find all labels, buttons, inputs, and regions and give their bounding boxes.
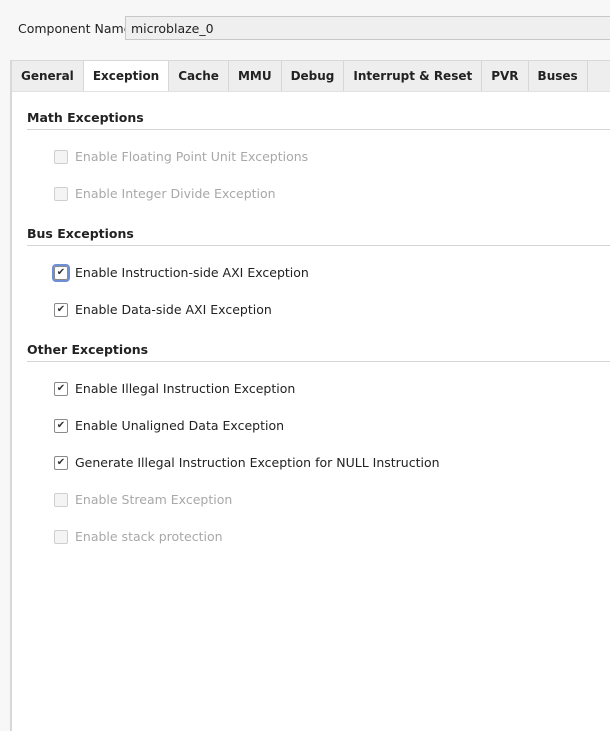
- checkbox-box: [54, 149, 68, 164]
- checkbox-enable-unaligned-data-exception[interactable]: ✔ Enable Unaligned Data Exception: [54, 418, 284, 433]
- checkbox-label: Enable Instruction-side AXI Exception: [75, 265, 309, 280]
- tab-bar: General Exception Cache MMU Debug Interr…: [12, 61, 610, 92]
- checkbox-generate-illegal-instruction-exception-for-null-instruction[interactable]: ✔ Generate Illegal Instruction Exception …: [54, 455, 440, 470]
- tab-mmu[interactable]: MMU: [229, 61, 282, 91]
- checkbox-enable-instruction-side-axi-exception[interactable]: ✔ Enable Instruction-side AXI Exception: [52, 263, 309, 282]
- tab-interrupt-reset[interactable]: Interrupt & Reset: [344, 61, 483, 91]
- checkmark-icon[interactable]: ✔: [54, 381, 68, 396]
- tab-cache[interactable]: Cache: [169, 61, 229, 91]
- bus-exceptions-section: Bus Exceptions: [27, 226, 610, 246]
- tab-general[interactable]: General: [12, 61, 84, 91]
- section-title: Bus Exceptions: [27, 226, 610, 246]
- section-title: Other Exceptions: [27, 342, 610, 362]
- checkmark-icon[interactable]: ✔: [54, 418, 68, 433]
- checkbox-enable-floating-point-unit-exceptions: Enable Floating Point Unit Exceptions: [54, 149, 308, 164]
- checkbox-label: Enable Stream Exception: [75, 492, 233, 507]
- checkbox-box: [54, 529, 68, 544]
- checkbox-label: Enable stack protection: [75, 529, 223, 544]
- checkbox-box: [54, 492, 68, 507]
- tab-buses[interactable]: Buses: [529, 61, 588, 91]
- checkbox-enable-stack-protection: Enable stack protection: [54, 529, 223, 544]
- checkbox-label: Generate Illegal Instruction Exception f…: [75, 455, 440, 470]
- checkmark-icon[interactable]: ✔: [52, 263, 70, 282]
- config-panel: General Exception Cache MMU Debug Interr…: [10, 60, 610, 731]
- tab-debug[interactable]: Debug: [282, 61, 345, 91]
- checkbox-label: Enable Illegal Instruction Exception: [75, 381, 296, 396]
- other-exceptions-section: Other Exceptions: [27, 342, 610, 362]
- checkbox-enable-stream-exception: Enable Stream Exception: [54, 492, 232, 507]
- checkbox-label: Enable Floating Point Unit Exceptions: [75, 149, 309, 164]
- checkbox-enable-illegal-instruction-exception[interactable]: ✔ Enable Illegal Instruction Exception: [54, 381, 295, 396]
- section-title: Math Exceptions: [27, 110, 610, 130]
- checkbox-box: [54, 186, 68, 201]
- component-name-label: Component Name: [18, 21, 132, 36]
- tab-pvr[interactable]: PVR: [482, 61, 529, 91]
- tab-exception[interactable]: Exception: [83, 61, 170, 91]
- checkbox-enable-integer-divide-exception: Enable Integer Divide Exception: [54, 186, 276, 201]
- math-exceptions-section: Math Exceptions: [27, 110, 610, 130]
- checkmark-icon[interactable]: ✔: [54, 455, 68, 470]
- component-name-input[interactable]: [125, 16, 610, 40]
- checkmark-icon[interactable]: ✔: [54, 302, 68, 317]
- checkbox-label: Enable Integer Divide Exception: [75, 186, 276, 201]
- checkbox-label: Enable Data-side AXI Exception: [75, 302, 272, 317]
- checkbox-label: Enable Unaligned Data Exception: [75, 418, 285, 433]
- checkbox-enable-data-side-axi-exception[interactable]: ✔ Enable Data-side AXI Exception: [54, 302, 272, 317]
